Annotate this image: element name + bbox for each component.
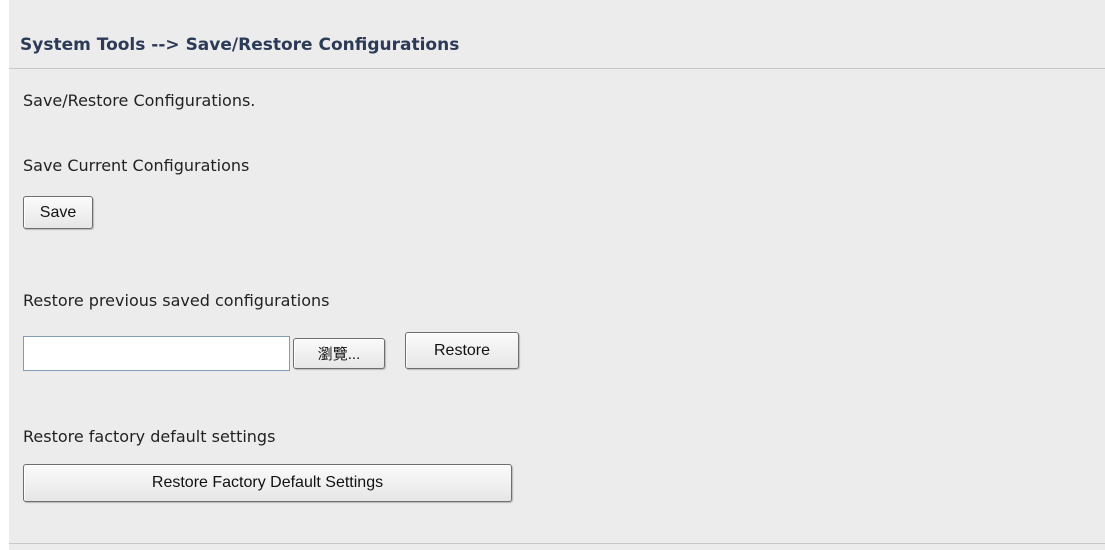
browse-button[interactable]: 瀏覽... — [293, 338, 385, 369]
restore-factory-defaults-button[interactable]: Restore Factory Default Settings — [23, 464, 512, 502]
config-panel: System Tools --> Save/Restore Configurat… — [9, 0, 1105, 550]
page-title: System Tools --> Save/Restore Configurat… — [20, 35, 460, 55]
save-section-heading: Save Current Configurations — [23, 156, 250, 175]
factory-section-heading: Restore factory default settings — [23, 427, 276, 446]
restore-button[interactable]: Restore — [405, 332, 519, 369]
bottom-divider — [9, 543, 1105, 544]
title-bar: System Tools --> Save/Restore Configurat… — [9, 26, 1105, 69]
config-file-input[interactable] — [23, 336, 290, 371]
restore-section-heading: Restore previous saved configurations — [23, 291, 330, 310]
intro-text: Save/Restore Configurations. — [23, 91, 256, 110]
save-button[interactable]: Save — [23, 196, 93, 229]
